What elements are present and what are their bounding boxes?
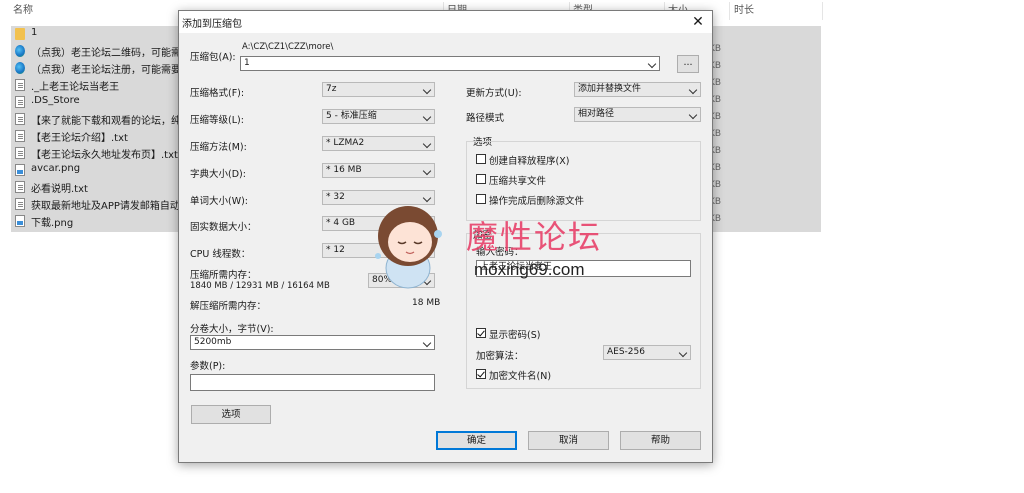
- doc-icon: [15, 96, 25, 108]
- dialog-title: 添加到压缩包: [182, 19, 242, 30]
- chevron-down-icon: [678, 348, 688, 358]
- params-label: 参数(P):: [190, 361, 226, 372]
- file-name: 【来了就能下载和观看的论坛，纯: [31, 116, 181, 127]
- file-name: （点我）老王论坛二维码，可能需要: [31, 48, 191, 59]
- watermark-text: 魔性论坛: [466, 218, 603, 256]
- close-icon[interactable]: ✕: [688, 12, 708, 32]
- chevron-down-icon: [688, 110, 698, 120]
- decomp-mem-value: 18 MB: [412, 298, 441, 308]
- title-bar[interactable]: 添加到压缩包 ✕: [179, 11, 712, 33]
- dict-label: 字典大小(D):: [190, 169, 246, 180]
- format-value: 7z: [326, 84, 337, 94]
- file-name: 【老王论坛永久地址发布页】.txt: [31, 150, 178, 161]
- archive-name-combo[interactable]: 1: [240, 56, 660, 71]
- edge-icon: [15, 62, 25, 74]
- chevron-down-icon: [422, 166, 432, 176]
- file-name: avcar.png: [31, 163, 81, 174]
- mem-label: 压缩所需内存：: [190, 270, 257, 281]
- file-name: 1: [31, 27, 38, 38]
- volume-combo[interactable]: 5200mb: [190, 335, 435, 350]
- file-name: .DS_Store: [31, 95, 80, 106]
- delete-after-label[interactable]: 操作完成后删除源文件: [489, 193, 584, 207]
- column-divider[interactable]: [729, 2, 730, 20]
- doc-icon: [15, 198, 25, 210]
- file-name: （点我）老王论坛注册，可能需要: [31, 65, 181, 76]
- cancel-button[interactable]: 取消: [528, 431, 609, 450]
- chevron-down-icon: [422, 85, 432, 95]
- mem-detail: 1840 MB / 12931 MB / 16164 MB: [190, 281, 330, 291]
- file-name: ._上老王论坛当老王: [31, 82, 120, 93]
- archive-label: 压缩包(A):: [190, 52, 236, 63]
- path-mode-select[interactable]: 相对路径: [574, 107, 701, 122]
- show-password-checkbox[interactable]: [476, 328, 486, 338]
- level-value: 5 - 标准压缩: [326, 111, 377, 121]
- doc-icon: [15, 181, 25, 193]
- archive-name-value: 1: [244, 58, 250, 68]
- ok-button[interactable]: 确定: [436, 431, 517, 450]
- archive-path-hint: A:\CZ\CZ1\CZZ\more\: [242, 42, 334, 52]
- method-select[interactable]: * LZMA2: [322, 136, 435, 151]
- level-select[interactable]: 5 - 标准压缩: [322, 109, 435, 124]
- enc-method-select[interactable]: AES-256: [603, 345, 691, 360]
- folder-icon: [15, 28, 25, 40]
- solid-value: * 4 GB: [326, 218, 356, 228]
- sfx-label[interactable]: 创建自释放程序(X): [489, 153, 569, 167]
- path-mode-value: 相对路径: [578, 109, 615, 119]
- params-input[interactable]: [190, 374, 435, 391]
- image-icon: [15, 164, 25, 176]
- dict-value: * 16 MB: [326, 165, 362, 175]
- chevron-down-icon: [422, 139, 432, 149]
- file-name: 必看说明.txt: [31, 184, 88, 195]
- column-divider[interactable]: [822, 2, 823, 20]
- help-button[interactable]: 帮助: [620, 431, 701, 450]
- shared-files-label[interactable]: 压缩共享文件: [489, 173, 546, 187]
- delete-after-checkbox[interactable]: [476, 194, 486, 204]
- mascot-watermark: [375, 206, 442, 289]
- dict-select[interactable]: * 16 MB: [322, 163, 435, 178]
- column-name[interactable]: 名称: [13, 0, 33, 22]
- file-name: 获取最新地址及APP请发邮箱自动: [31, 201, 180, 212]
- update-mode-value: 添加并替换文件: [578, 84, 642, 94]
- file-name: 【老王论坛介绍】.txt: [31, 133, 128, 144]
- cpu-label: CPU 线程数：: [190, 249, 251, 260]
- encrypt-names-checkbox[interactable]: [476, 369, 486, 379]
- doc-icon: [15, 130, 25, 142]
- doc-icon: [15, 79, 25, 91]
- format-select[interactable]: 7z: [322, 82, 435, 97]
- method-label: 压缩方法(M):: [190, 142, 247, 153]
- browse-button[interactable]: ...: [677, 55, 699, 73]
- volume-value: 5200mb: [194, 337, 232, 347]
- watermark-url: moxing69.com: [474, 260, 585, 279]
- doc-icon: [15, 113, 25, 125]
- path-mode-label: 路径模式: [466, 113, 505, 124]
- word-label: 单词大小(W):: [190, 196, 249, 207]
- file-name: 下载.png: [31, 218, 74, 229]
- sfx-checkbox[interactable]: [476, 154, 486, 164]
- chevron-down-icon: [422, 338, 432, 348]
- chevron-down-icon: [647, 59, 657, 69]
- doc-icon: [15, 147, 25, 159]
- image-icon: [15, 215, 25, 227]
- format-label: 压缩格式(F):: [190, 88, 245, 99]
- show-password-label[interactable]: 显示密码(S): [489, 327, 540, 341]
- update-mode-select[interactable]: 添加并替换文件: [574, 82, 701, 97]
- update-mode-label: 更新方式(U):: [466, 88, 522, 99]
- edge-icon: [15, 45, 25, 57]
- chevron-down-icon: [688, 85, 698, 95]
- cpu-value: * 12: [326, 245, 345, 255]
- word-value: * 32: [326, 192, 345, 202]
- column-duration[interactable]: 时长: [734, 0, 754, 22]
- enc-method-label: 加密算法：: [476, 351, 524, 362]
- method-value: * LZMA2: [326, 138, 365, 148]
- solid-label: 固实数据大小：: [190, 222, 257, 233]
- enc-method-value: AES-256: [607, 347, 645, 357]
- decomp-mem-label: 解压缩所需内存：: [190, 301, 267, 312]
- level-label: 压缩等级(L):: [190, 115, 244, 126]
- shared-files-checkbox[interactable]: [476, 174, 486, 184]
- options-button[interactable]: 选项: [191, 405, 271, 424]
- volume-label: 分卷大小，字节(V):: [190, 324, 274, 335]
- chevron-down-icon: [422, 112, 432, 122]
- encrypt-names-label[interactable]: 加密文件名(N): [489, 368, 551, 382]
